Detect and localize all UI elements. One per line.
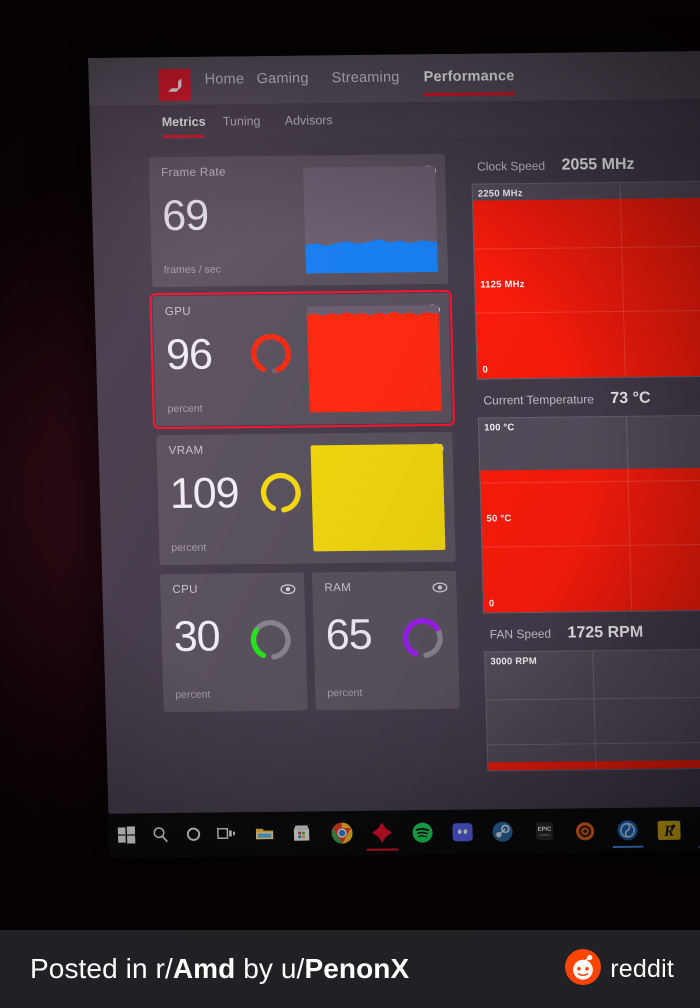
tab-tuning[interactable]: Tuning [223, 114, 261, 128]
graph-panel-current-temperature: Current Temperature 73 °C 100 °C 50 °C 0… [467, 381, 700, 614]
graph-header: FAN Speed 1725 RPM [473, 615, 700, 652]
y-axis-max-label: 3000 RPM [490, 655, 538, 668]
metrics-content: Frame Rate 69 frames / sec GPU 96 percen… [90, 134, 700, 858]
metric-card-row: CPU 30 percent RAM 65 percent [159, 570, 460, 721]
y-axis-min-label: 0 [482, 364, 489, 376]
reddit-wordmark: reddit [610, 954, 674, 983]
metric-value: 109 [169, 469, 240, 519]
metric-card-vram[interactable]: VRAM 109 percent [156, 431, 456, 566]
graph-label: Clock Speed [476, 158, 546, 174]
file-explorer-icon[interactable] [255, 824, 275, 843]
banner-subreddit: Amd [172, 953, 236, 984]
graph-header: Clock Speed 2055 MHz [461, 147, 700, 184]
graph-label: FAN Speed [489, 626, 552, 642]
banner-username: PenonX [304, 953, 410, 984]
reddit-snoo-icon [565, 948, 602, 990]
metric-card-cpu[interactable]: CPU 30 percent [159, 572, 308, 713]
nav-streaming[interactable]: Streaming [331, 69, 399, 86]
metric-card-column: Frame Rate 69 frames / sec GPU 96 percen… [148, 153, 460, 721]
ubisoft-connect-icon[interactable] [617, 820, 639, 841]
svg-text:EPIC: EPIC [538, 827, 553, 833]
gpu-gauge [247, 331, 294, 378]
y-axis-max-label: 2250 MHz [477, 188, 523, 200]
cortana-icon[interactable] [184, 825, 204, 844]
vram-sparkline [310, 443, 446, 552]
chrome-icon[interactable] [331, 822, 354, 844]
graph-value: 1725 RPM [567, 623, 644, 642]
banner-prefix: Posted in r/ [30, 953, 173, 984]
windows-taskbar: EPIC GAMES R [108, 806, 700, 858]
nav-performance[interactable]: Performance [423, 68, 514, 85]
windows-start-icon[interactable] [117, 825, 137, 844]
y-axis-mid-label: 1125 MHz [480, 279, 525, 291]
tab-metrics[interactable]: Metrics [162, 115, 206, 129]
eye-icon[interactable] [280, 582, 296, 595]
spotify-icon[interactable] [412, 822, 434, 843]
nav-gaming[interactable]: Gaming [256, 70, 308, 87]
metric-card-ram[interactable]: RAM 65 percent [311, 570, 460, 711]
nav-home[interactable]: Home [204, 71, 244, 87]
metric-title: VRAM [168, 444, 204, 458]
monitor-screen: Home Gaming Streaming Performance Metric… [88, 50, 700, 858]
reddit-attribution-banner: Posted in r/Amd by u/PenonX reddit [0, 930, 700, 1008]
rockstar-games-icon[interactable]: R [657, 820, 682, 841]
metric-value: 69 [161, 191, 209, 241]
metric-unit: percent [175, 688, 211, 701]
frame-rate-sparkline [302, 166, 438, 274]
graph-panel-clock-speed: Clock Speed 2055 MHz 2250 MHz 1125 MHz 0… [461, 147, 700, 380]
svg-text:GAMES: GAMES [539, 833, 550, 837]
graph-header: Current Temperature 73 °C [467, 381, 700, 418]
metric-card-frame-rate[interactable]: Frame Rate 69 frames / sec [148, 153, 449, 288]
metric-title: GPU [164, 305, 192, 319]
gpu-sparkline [306, 305, 442, 413]
banner-text: Posted in r/Amd by u/PenonX [30, 953, 409, 985]
amd-software-icon[interactable] [371, 821, 394, 843]
amd-logo-icon[interactable] [158, 68, 192, 102]
metric-unit: frames / sec [163, 263, 222, 277]
y-axis-min-label: 0 [488, 598, 495, 610]
tab-advisors[interactable]: Advisors [285, 113, 333, 128]
graph-area-fill [480, 468, 700, 613]
origin-icon[interactable] [575, 821, 596, 841]
y-axis-mid-label: 50 °C [486, 513, 512, 525]
microsoft-store-icon[interactable] [292, 823, 312, 842]
fan-speed-graph: 3000 RPM [484, 648, 700, 772]
epic-games-icon[interactable]: EPIC GAMES [535, 822, 555, 841]
app-top-navigation: Home Gaming Streaming Performance [88, 50, 700, 106]
metric-title: Frame Rate [160, 166, 227, 180]
metric-unit: percent [167, 402, 203, 416]
vram-gauge [257, 470, 304, 517]
eye-icon[interactable] [432, 580, 448, 593]
discord-icon[interactable] [452, 822, 474, 843]
metric-card-gpu[interactable]: GPU 96 percent [149, 289, 456, 430]
graph-panel-column: Clock Speed 2055 MHz 2250 MHz 1125 MHz 0… [461, 147, 700, 776]
clock-speed-graph: 2250 MHz 1125 MHz 0 30s [471, 180, 700, 380]
ram-gauge [399, 615, 446, 662]
photograph-backdrop: Home Gaming Streaming Performance Metric… [0, 0, 700, 930]
metric-value: 65 [325, 610, 373, 660]
metric-unit: percent [171, 541, 207, 555]
task-view-icon[interactable] [217, 824, 237, 843]
graph-value: 73 °C [610, 389, 651, 408]
banner-mid: by u/ [235, 953, 305, 984]
metric-value: 30 [173, 612, 221, 661]
graph-label: Current Temperature [483, 392, 595, 408]
reddit-logo: reddit [565, 948, 674, 990]
current-temperature-graph: 100 °C 50 °C 0 30s [477, 414, 700, 614]
cpu-gauge [247, 617, 294, 664]
metric-value: 96 [165, 330, 213, 380]
graph-value: 2055 MHz [561, 155, 635, 174]
steam-icon[interactable] [492, 821, 514, 842]
y-axis-max-label: 100 °C [484, 422, 515, 434]
metric-unit: percent [327, 686, 363, 700]
search-icon[interactable] [151, 825, 171, 844]
graph-panel-fan-speed: FAN Speed 1725 RPM 3000 RPM [473, 615, 700, 772]
